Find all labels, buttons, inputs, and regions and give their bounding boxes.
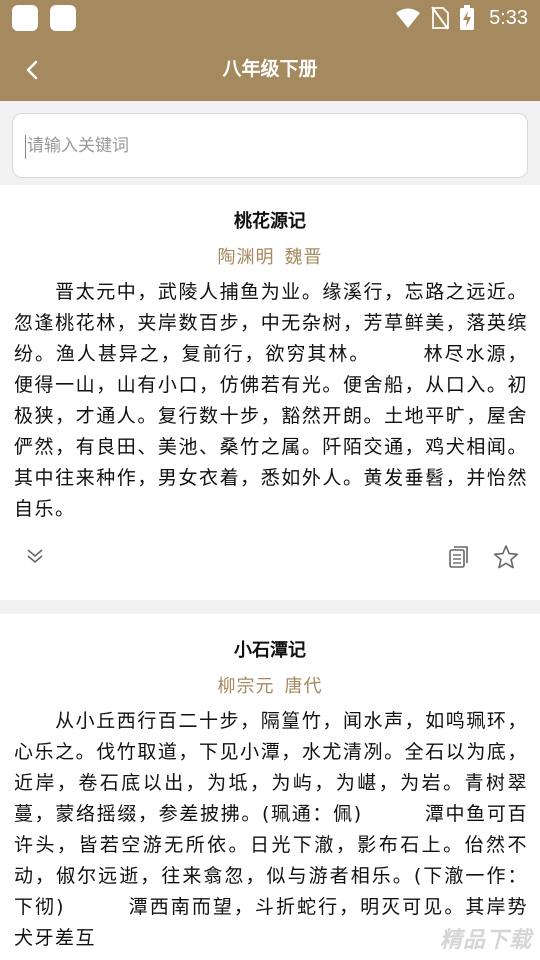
author-name: 陶渊明: [217, 247, 275, 268]
poem-title: 桃花源记: [234, 211, 306, 232]
poem-title: 小石潭记: [234, 640, 306, 661]
card-actions: [0, 540, 540, 576]
status-icons: 5:33: [395, 4, 528, 32]
page-title: 八年级下册: [222, 58, 318, 80]
poem-card[interactable]: 小石潭记 柳宗元 唐代 从小丘西行百二十步，隔篁竹，闻水声，如鸣珮环，心乐之。伐竹…: [0, 614, 540, 960]
author-name: 柳宗元: [217, 676, 275, 697]
copy-button[interactable]: [446, 544, 472, 570]
notification-icon: [50, 5, 76, 31]
author-dynasty: 唐代: [284, 676, 323, 697]
poem-author: 陶渊明 魏晋: [0, 243, 540, 269]
status-time: 5:33: [489, 6, 528, 29]
status-bar: 5:33: [0, 0, 540, 36]
favorite-button[interactable]: [492, 543, 520, 571]
poem-body: 晋太元中，武陵人捕鱼为业。缘溪行，忘路之远近。忽逢桃花林，夹岸数百步，中无杂树，…: [14, 281, 528, 520]
expand-button[interactable]: [22, 544, 48, 570]
author-dynasty: 魏晋: [284, 247, 323, 268]
copy-icon: [449, 546, 468, 568]
notification-icon: [12, 5, 38, 31]
top-bar: 5:33 八年级下册: [0, 0, 540, 101]
wifi-icon: [396, 8, 421, 28]
search-input[interactable]: [27, 126, 507, 166]
search-box[interactable]: [12, 113, 528, 178]
nav-bar: 八年级下册: [0, 36, 540, 101]
star-icon: [493, 545, 519, 569]
poem-author: 柳宗元 唐代: [0, 672, 540, 698]
no-sim-icon: [431, 6, 450, 30]
double-chevron-down-icon: [27, 549, 43, 564]
watermark: 精品下载: [439, 928, 532, 953]
poem-card[interactable]: 桃花源记 陶渊明 魏晋 晋太元中，武陵人捕鱼为业。缘溪行，忘路之远近。忽逢桃花林，…: [0, 185, 540, 600]
battery-charging-icon: [460, 5, 475, 30]
search-area: [0, 101, 540, 183]
text-caret: [25, 135, 26, 159]
